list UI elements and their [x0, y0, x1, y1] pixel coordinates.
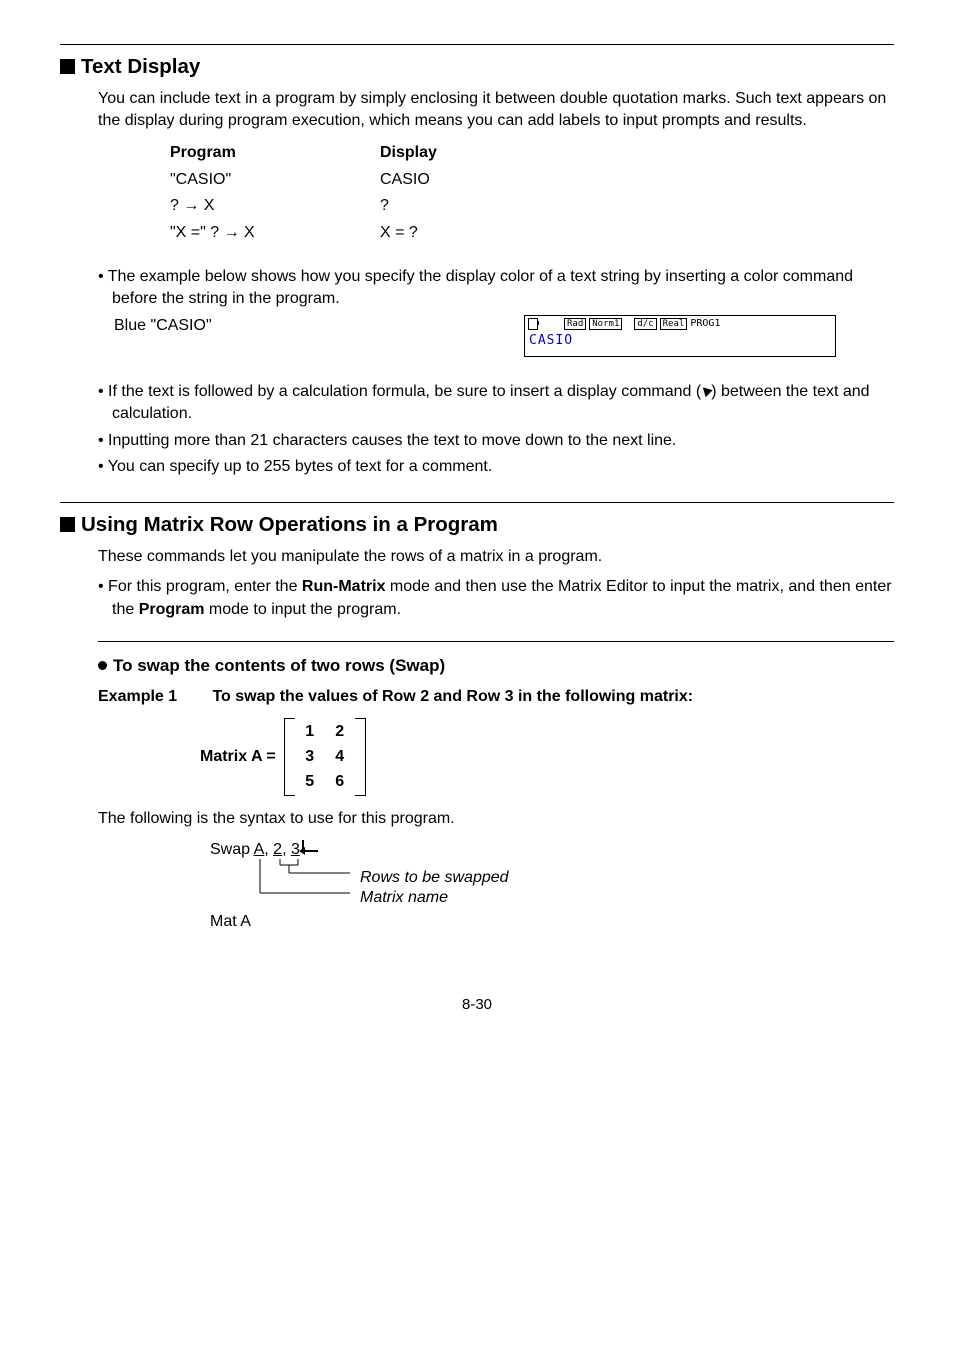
mat-a-line: Mat A: [210, 911, 894, 933]
lcd-chip: d/c: [634, 318, 656, 330]
battery-icon: [528, 318, 538, 330]
section2-bullet: For this program, enter the Run-Matrix m…: [98, 576, 894, 621]
annot-matrix: Matrix name: [360, 887, 448, 909]
section2-intro: These commands let you manipulate the ro…: [98, 546, 894, 568]
table-header-display: Display: [380, 140, 530, 166]
bullet-display-command: If the text is followed by a calculation…: [98, 381, 894, 426]
example1-line: Example 1 To swap the values of Row 2 an…: [98, 686, 894, 708]
swap-syntax-diagram: Swap A, 2, 3 Rows to be swapped Matrix n…: [210, 839, 894, 903]
display-command-icon: [700, 384, 713, 397]
lcd-chip: Norm1: [589, 318, 622, 330]
swap-subhead: To swap the contents of two rows (Swap): [98, 654, 894, 678]
annotation-lines-icon: [250, 859, 360, 905]
page-number: 8-30: [60, 994, 894, 1015]
lcd-progname: PROG1: [690, 317, 720, 331]
syntax-intro: The following is the syntax to use for t…: [98, 808, 894, 830]
section1-intro: You can include text in a program by sim…: [98, 88, 894, 133]
bullet-21-chars: Inputting more than 21 characters causes…: [98, 430, 894, 452]
table-row: ? → X ?: [170, 193, 894, 219]
lcd-output: CASIO: [525, 332, 835, 350]
blue-casio-label: Blue "CASIO": [114, 315, 524, 337]
return-icon: [302, 840, 318, 852]
lcd-screenshot: Rad Norm1 d/c Real PROG1 CASIO: [524, 315, 836, 357]
lcd-chip: Real: [660, 318, 688, 330]
section1-heading: Text Display: [60, 53, 894, 82]
table-header-program: Program: [170, 140, 380, 166]
color-example-bullet: The example below shows how you specify …: [98, 266, 894, 311]
bullet-255-bytes: You can specify up to 255 bytes of text …: [98, 456, 894, 478]
lcd-chip: Rad: [564, 318, 586, 330]
table-row: "CASIO" CASIO: [170, 167, 894, 193]
matrix-a: Matrix A = 12 34 56: [200, 718, 894, 796]
program-display-table: Program Display "CASIO" CASIO ? → X ? "X…: [170, 140, 894, 246]
section2-heading: Using Matrix Row Operations in a Program: [60, 511, 894, 540]
table-row: "X =" ? → X X = ?: [170, 220, 894, 246]
